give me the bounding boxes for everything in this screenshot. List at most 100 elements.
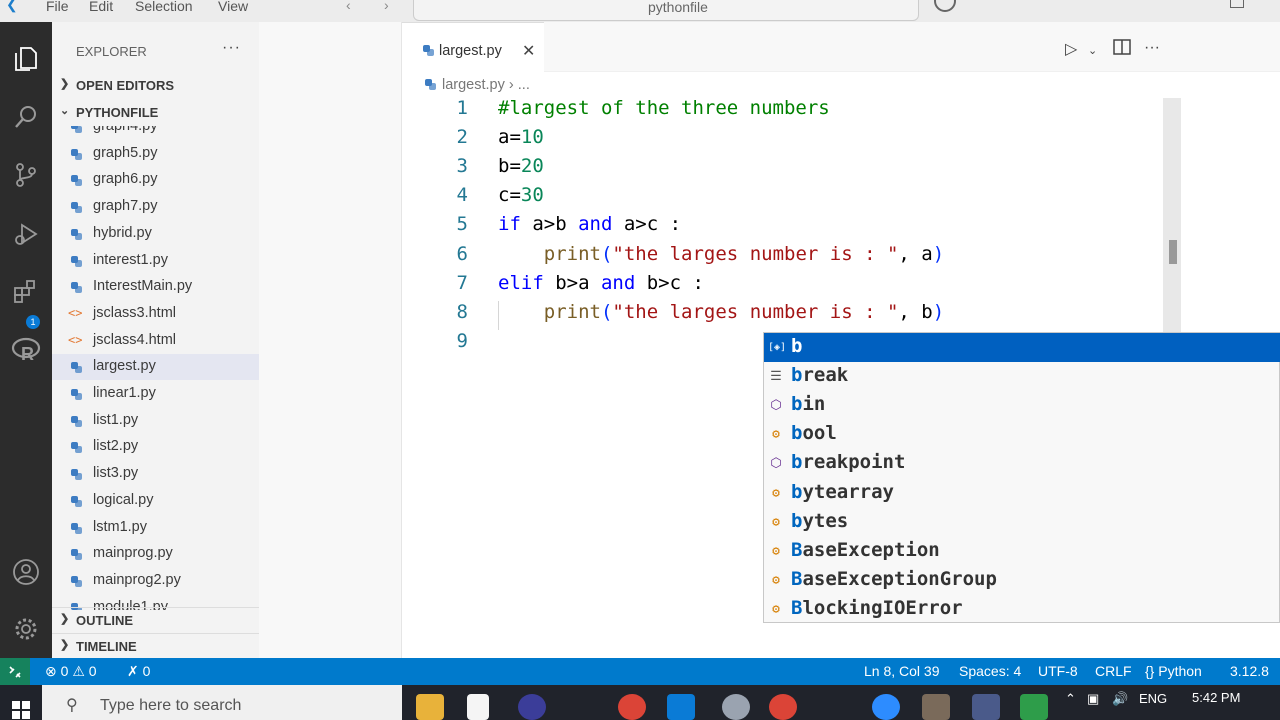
editor-more-icon[interactable]: ··· <box>1144 39 1160 57</box>
code-line[interactable]: 1 #largest of the three numbers <box>402 97 1280 126</box>
file-item[interactable]: graph4.py <box>52 126 259 140</box>
windows-start-icon[interactable] <box>12 701 30 719</box>
suggestion-item[interactable]: ⚙ BaseExceptionGroup <box>764 566 1280 595</box>
zoom-icon[interactable] <box>872 694 900 720</box>
split-editor-icon[interactable] <box>1113 39 1131 60</box>
code-line[interactable]: 5 if a>b and a>c : <box>402 213 1280 242</box>
tab-largest-py[interactable]: largest.py ✕ <box>402 22 544 72</box>
cursor-position[interactable]: Ln 8, Col 39 <box>864 663 940 679</box>
code-line[interactable]: 7 elif b>a and b>c : <box>402 272 1280 301</box>
code-line[interactable]: 8 print("the larges number is : ", b) <box>402 300 1280 330</box>
window-control-icon[interactable] <box>1230 0 1244 8</box>
breadcrumb-file[interactable]: largest.py <box>442 77 505 93</box>
open-editors-section[interactable]: ❯ OPEN EDITORS <box>52 73 259 97</box>
file-explorer-icon[interactable] <box>416 694 444 720</box>
file-item[interactable]: largest.py <box>52 354 259 381</box>
volume-icon[interactable]: 🔊 <box>1112 691 1128 707</box>
run-dropdown-icon[interactable]: ⌄ <box>1088 44 1097 57</box>
file-item[interactable]: mainprog.py <box>52 541 259 567</box>
chrome-profile-icon[interactable] <box>769 694 797 720</box>
explorer-sidebar: EXPLORER ··· ❯ OPEN EDITORS ⌄ PYTHONFILE… <box>52 22 259 658</box>
file-item[interactable]: <> jsclass4.html <box>52 328 259 354</box>
suggestion-item[interactable]: ⚙ bytes <box>764 508 1280 537</box>
suggestion-item[interactable]: ⬡ bin <box>764 391 1280 420</box>
file-item[interactable]: linear1.py <box>52 381 259 407</box>
problems-indicator[interactable]: ⊗ 0 ⚠ 0 <box>45 663 97 680</box>
suggestion-item[interactable]: ⬡ breakpoint <box>764 449 1280 478</box>
suggestion-item[interactable]: [◈] b <box>764 333 1280 362</box>
file-item[interactable]: list3.py <box>52 461 259 487</box>
more-actions-icon[interactable]: ··· <box>222 39 241 57</box>
outline-section[interactable]: ❯ OUTLINE <box>52 607 259 631</box>
vscode-taskbar-icon[interactable] <box>667 694 695 720</box>
explorer-icon[interactable] <box>6 39 46 79</box>
chrome-icon[interactable] <box>618 694 646 720</box>
run-python-icon[interactable]: ▷ <box>1065 39 1077 59</box>
eclipse-icon[interactable] <box>518 694 546 720</box>
file-item[interactable]: logical.py <box>52 488 259 514</box>
file-item[interactable]: lstm1.py <box>52 515 259 541</box>
clock[interactable]: 5:42 PM <box>1192 690 1240 705</box>
python-version[interactable]: 3.12.8 <box>1230 663 1269 679</box>
menu-file[interactable]: File <box>46 0 69 14</box>
line-ending[interactable]: CRLF <box>1095 663 1132 679</box>
suggestion-item[interactable]: ⚙ BlockingIOError <box>764 595 1280 624</box>
tray-chevron-icon[interactable]: ⌃ <box>1065 691 1076 707</box>
editor-scrollbar[interactable] <box>1163 98 1181 334</box>
code-line[interactable]: 2 a=10 <box>402 126 1280 155</box>
source-control-icon[interactable] <box>6 155 46 195</box>
close-tab-icon[interactable]: ✕ <box>522 41 535 61</box>
language-mode[interactable]: {} Python <box>1145 663 1202 679</box>
scrollbar-thumb[interactable] <box>1169 240 1177 264</box>
suggestion-item[interactable]: ⚙ bool <box>764 420 1280 449</box>
folder-section[interactable]: ⌄ PYTHONFILE <box>52 100 259 124</box>
back-arrow-icon[interactable]: ‹ <box>346 0 351 13</box>
file-item[interactable]: interest1.py <box>52 248 259 274</box>
suggestion-rest: lockingIOError <box>802 596 963 619</box>
file-item[interactable]: hybrid.py <box>52 221 259 247</box>
app-tray-icon[interactable] <box>1020 694 1048 720</box>
network-icon[interactable]: ▣ <box>1087 691 1099 707</box>
notepad-icon[interactable] <box>467 694 489 720</box>
python-file-icon <box>70 148 84 161</box>
language-indicator[interactable]: ENG <box>1139 691 1167 706</box>
encoding[interactable]: UTF-8 <box>1038 663 1078 679</box>
menu-view[interactable]: View <box>218 0 248 14</box>
suggestion-match: b <box>791 364 803 387</box>
search-icon[interactable] <box>6 97 46 137</box>
code-token: print <box>543 300 601 323</box>
run-debug-icon[interactable] <box>6 214 46 254</box>
file-item[interactable]: graph6.py <box>52 167 259 193</box>
settings-gear-icon[interactable] <box>6 609 46 649</box>
timeline-section[interactable]: ❯ TIMELINE <box>52 633 259 657</box>
menu-edit[interactable]: Edit <box>89 0 113 14</box>
file-item[interactable]: graph5.py <box>52 141 259 167</box>
extensions-icon[interactable] <box>6 272 46 312</box>
file-item[interactable]: <> jsclass3.html <box>52 301 259 327</box>
file-item[interactable]: InterestMain.py <box>52 274 259 300</box>
app-icon[interactable] <box>722 694 750 720</box>
command-center[interactable]: pythonfile <box>413 0 919 21</box>
breadcrumb-more[interactable]: ... <box>518 77 530 93</box>
suggestion-item[interactable]: ⚙ bytearray <box>764 479 1280 508</box>
taskbar-search[interactable]: ⚲ Type here to search <box>42 685 402 720</box>
code-line[interactable]: 6 print("the larges number is : ", a) <box>402 243 1280 272</box>
remote-indicator-icon[interactable] <box>0 658 30 685</box>
code-line[interactable]: 3 b=20 <box>402 155 1280 184</box>
settings-app-icon[interactable] <box>922 694 950 720</box>
file-item[interactable]: graph7.py <box>52 194 259 220</box>
copilot-icon[interactable] <box>934 0 956 12</box>
ports-indicator[interactable]: ✗ 0 <box>127 663 150 680</box>
file-item[interactable]: list2.py <box>52 434 259 460</box>
r-language-icon[interactable]: R <box>6 330 46 370</box>
suggestion-item[interactable]: ⚙ BaseException <box>764 537 1280 566</box>
forward-arrow-icon[interactable]: › <box>384 0 389 13</box>
file-item[interactable]: list1.py <box>52 408 259 434</box>
indentation[interactable]: Spaces: 4 <box>959 663 1021 679</box>
suggestion-item[interactable]: ☰ break <box>764 362 1280 391</box>
code-line[interactable]: 4 c=30 <box>402 184 1280 213</box>
menu-selection[interactable]: Selection <box>135 0 193 14</box>
mysql-icon[interactable] <box>972 694 1000 720</box>
accounts-icon[interactable] <box>6 552 46 592</box>
file-item[interactable]: mainprog2.py <box>52 568 259 594</box>
